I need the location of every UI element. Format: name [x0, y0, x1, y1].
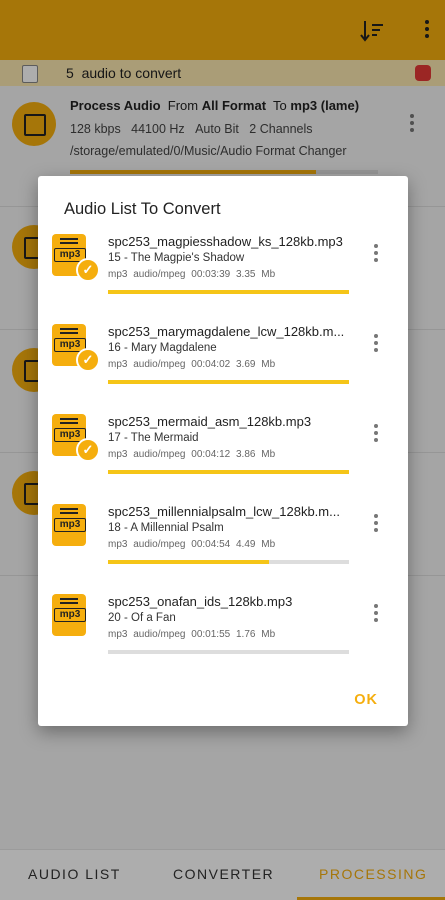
mp3-file-icon: mp3: [52, 594, 98, 640]
file-name: spc253_marymagdalene_lcw_128kb.m...: [108, 324, 345, 339]
audio-list-item[interactable]: mp3 spc253_onafan_ids_128kb.mp3 20 - Of a …: [38, 586, 408, 676]
check-icon: ✓: [76, 258, 100, 282]
file-progress-bar: [108, 560, 349, 564]
item-menu-icon[interactable]: [373, 334, 379, 355]
file-progress-bar: [108, 650, 349, 654]
file-meta: mp3 audio/mpeg 00:04:02 3.69 Mb: [108, 359, 276, 370]
file-progress-bar: [108, 470, 349, 474]
item-menu-icon[interactable]: [373, 244, 379, 265]
audio-list-dialog: Audio List To Convert mp3 ✓ spc253_magpies…: [38, 176, 408, 726]
file-name: spc253_magpiesshadow_ks_128kb.mp3: [108, 234, 343, 249]
check-icon: ✓: [76, 348, 100, 372]
track-title: 15 - The Magpie's Shadow: [108, 252, 245, 264]
audio-list-item[interactable]: mp3 spc253_millennialpsalm_lcw_128kb.m...…: [38, 496, 408, 586]
file-name: spc253_mermaid_asm_128kb.mp3: [108, 414, 312, 429]
track-title: 16 - Mary Magdalene: [108, 342, 217, 354]
file-meta: mp3 audio/mpeg 00:04:54 4.49 Mb: [108, 539, 276, 550]
file-meta: mp3 audio/mpeg 00:03:39 3.35 Mb: [108, 269, 276, 280]
item-menu-icon[interactable]: [373, 604, 379, 625]
dialog-title: Audio List To Convert: [64, 200, 221, 218]
item-menu-icon[interactable]: [373, 424, 379, 445]
audio-list-item[interactable]: mp3 ✓ spc253_magpiesshadow_ks_128kb.mp3 15 …: [38, 226, 408, 316]
file-progress-bar: [108, 380, 349, 384]
check-icon: ✓: [76, 438, 100, 462]
mp3-file-icon: mp3 ✓: [52, 234, 100, 282]
file-name: spc253_millennialpsalm_lcw_128kb.m...: [108, 504, 340, 519]
mp3-file-icon: mp3: [52, 504, 98, 550]
mp3-file-icon: mp3 ✓: [52, 324, 100, 372]
audio-list-item[interactable]: mp3 ✓ spc253_mermaid_asm_128kb.mp3 17 - The…: [38, 406, 408, 496]
track-title: 17 - The Mermaid: [108, 432, 199, 444]
item-menu-icon[interactable]: [373, 514, 379, 535]
file-name: spc253_onafan_ids_128kb.mp3: [108, 594, 293, 609]
file-meta: mp3 audio/mpeg 00:01:55 1.76 Mb: [108, 629, 276, 640]
file-meta: mp3 audio/mpeg 00:04:12 3.86 Mb: [108, 449, 276, 460]
audio-list-item[interactable]: mp3 ✓ spc253_marymagdalene_lcw_128kb.m... 1…: [38, 316, 408, 406]
ok-button[interactable]: OK: [354, 692, 378, 708]
track-title: 18 - A Millennial Psalm: [108, 522, 224, 534]
file-progress-bar: [108, 290, 349, 294]
mp3-file-icon: mp3 ✓: [52, 414, 100, 462]
track-title: 20 - Of a Fan: [108, 612, 176, 624]
